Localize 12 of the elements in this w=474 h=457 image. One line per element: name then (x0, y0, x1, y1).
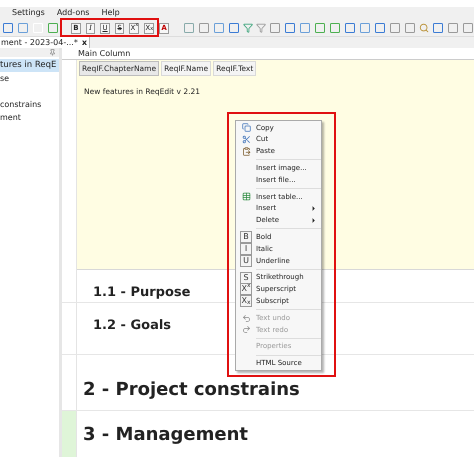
row-heading: 2 - Project constrains (83, 379, 300, 400)
format-icon: S (240, 272, 252, 284)
format-icon: B (240, 231, 252, 244)
row-heading: 1.2 - Goals (93, 318, 172, 333)
row-heading: 3 - Management (83, 424, 248, 445)
format-icon: U (240, 254, 252, 267)
column-header: Main Column (62, 48, 474, 60)
tab-title: ment - 2023-04-...* (1, 36, 78, 48)
row-heading: 1.1 - Purpose (93, 285, 190, 300)
format-icon: X$^{x}$ (240, 283, 252, 296)
format-icon: X$_{x}$ (240, 295, 252, 308)
format-icon: I (240, 243, 252, 256)
